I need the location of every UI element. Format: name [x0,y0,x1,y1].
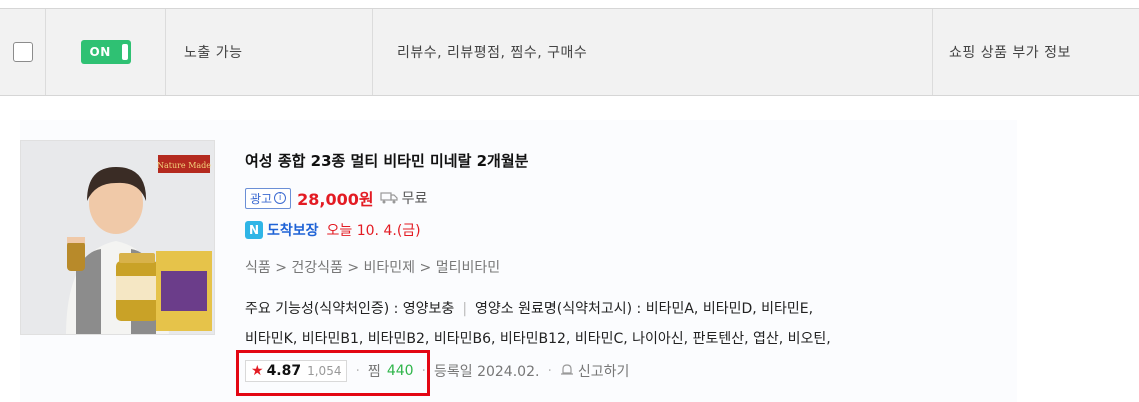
toggle-knob [121,44,128,60]
select-checkbox[interactable] [12,42,33,62]
report-button[interactable]: 신고하기 [560,361,630,381]
metrics-label: 리뷰수, 리뷰평점, 찜수, 구매수 [373,9,933,95]
truck-icon [379,189,398,208]
review-count: 1,054 [307,364,342,378]
rating-box[interactable]: ★ 4.87 1,054 [245,360,348,382]
shipping-fee: 무료 [401,191,428,207]
info-icon: i [274,192,287,204]
ad-badge[interactable]: 광고 i [245,187,292,209]
meta-separator: · [547,363,552,379]
ad-label: 광고 [250,191,273,206]
price-row: 광고 i 28,000원 무료 [245,186,427,210]
product-spec: 주요 기능성(식약처인증) : 영양보충 | 영양소 원료명(식약처고시) : 비타… [245,294,1005,354]
meta-separator: · [355,363,360,379]
meta-row: ★ 4.87 1,054 · 찜 440 · 등록일 2024.02. · 신고… [245,360,629,382]
wish-count: 440 [386,363,414,379]
category-breadcrumb[interactable]: 식품 > 건강식품 > 비타민제 > 멀티비타민 [245,257,500,277]
spec-ingredients: 영양소 원료명(식약처고시) : 비타민A, 비타민D, 비타민E, [475,301,814,317]
brand-logo-text: Nature Made [157,161,211,170]
wish-label: 찜 [367,364,381,380]
extra-info-label: 쇼핑 상품 부가 정보 [949,45,1071,61]
arrival-date: 오늘 10. 4.(금) [326,223,421,239]
checkbox-cell [0,9,46,95]
product-image[interactable]: Nature Made [20,140,215,335]
toggle-cell: ON [46,9,166,95]
arrival-guarantee-label: 도착보장 [267,223,319,239]
spec-divider: | [462,301,468,317]
report-label: 신고하기 [577,364,630,380]
arrival-row: N 도착보장 오늘 10. 4.(금) [245,220,421,240]
expose-status: 노출 가능 [166,9,373,95]
toggle-label: ON [89,45,111,59]
siren-icon [560,362,574,380]
rating-value: 4.87 [266,363,302,379]
product-settings-row: ON 노출 가능 리뷰수, 리뷰평점, 찜수, 구매수 쇼핑 상품 부가 정보 [0,8,1139,96]
spec-function: 주요 기능성(식약처인증) : 영양보충 [245,301,455,317]
product-price: 28,000원 [297,190,374,209]
spec-ingredients-continued: 비타민K, 비타민B1, 비타민B2, 비타민B6, 비타민B12, 비타민C,… [245,331,831,347]
n-delivery-icon: N [245,221,263,239]
product-card: Nature Made 여성 종합 23종 멀티 비타민 미네랄 2개월분 광고… [20,120,1017,402]
registered-date: 등록일 2024.02. [434,364,540,380]
product-title[interactable]: 여성 종합 23종 멀티 비타민 미네랄 2개월분 [245,150,528,171]
star-icon: ★ [251,363,264,379]
exposure-toggle[interactable]: ON [80,40,131,64]
meta-separator: · [421,363,426,379]
